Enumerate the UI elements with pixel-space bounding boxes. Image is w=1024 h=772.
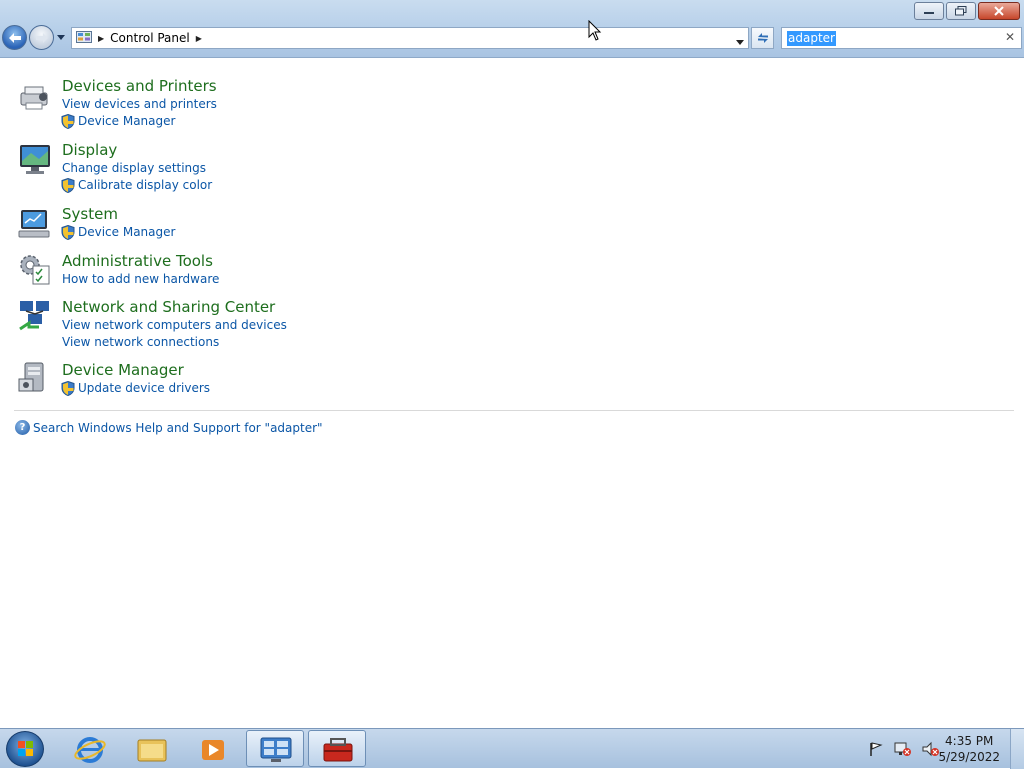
arrow-right-icon	[35, 32, 48, 43]
back-button[interactable]	[2, 25, 27, 50]
navigation-buttons	[2, 25, 66, 50]
volume-muted-icon[interactable]	[922, 741, 940, 757]
result-title[interactable]: Display	[62, 141, 117, 159]
devices-printers-icon	[20, 86, 48, 110]
windows-logo-icon	[18, 741, 33, 756]
result-title[interactable]: Administrative Tools	[62, 252, 213, 270]
clock-date: 5/29/2022	[938, 750, 1000, 764]
chevron-down-icon	[57, 35, 65, 40]
taskbar: 4:35 PM 5/29/2022	[0, 728, 1024, 769]
taskbar-toolbox[interactable]	[308, 730, 366, 767]
window-controls	[914, 2, 1020, 20]
search-input[interactable]: adapter	[787, 30, 836, 46]
taskbar-media-player[interactable]	[184, 730, 242, 767]
network-sharing-icon	[19, 301, 49, 331]
display-icon	[20, 145, 50, 174]
result-link[interactable]: View network computers and devices	[62, 318, 287, 332]
result-link[interactable]: View network connections	[62, 335, 219, 349]
result-link[interactable]: Change display settings	[62, 161, 206, 175]
network-disconnected-icon[interactable]	[894, 741, 912, 757]
show-desktop-button[interactable]	[1010, 729, 1024, 769]
close-button[interactable]	[978, 2, 1020, 20]
taskbar-windows-explorer[interactable]	[122, 730, 180, 767]
result-title[interactable]: Devices and Printers	[62, 77, 217, 95]
internet-explorer-icon	[74, 737, 106, 763]
address-dropdown[interactable]	[736, 34, 744, 48]
start-button[interactable]	[6, 731, 44, 767]
clock-time: 4:35 PM	[945, 734, 994, 748]
recent-pages-dropdown[interactable]	[56, 35, 66, 40]
uac-shield-icon	[61, 114, 75, 129]
notification-area	[868, 741, 940, 757]
result-title[interactable]: Device Manager	[62, 361, 184, 379]
uac-shield-icon	[61, 381, 75, 396]
taskbar-control-panel[interactable]	[246, 730, 304, 767]
result-title[interactable]: Network and Sharing Center	[62, 298, 275, 316]
search-box[interactable]: adapter ✕	[781, 27, 1022, 49]
restore-button[interactable]	[946, 2, 976, 20]
refresh-button[interactable]	[751, 27, 774, 49]
help-search-label[interactable]: Search Windows Help and Support for "ada…	[33, 421, 323, 435]
result-link[interactable]: View devices and printers	[62, 97, 217, 111]
result-link[interactable]: Calibrate display color	[78, 178, 212, 192]
minimize-icon	[924, 12, 934, 14]
result-link[interactable]: How to add new hardware	[62, 272, 219, 286]
taskbar-internet-explorer[interactable]	[60, 730, 118, 767]
administrative-tools-icon	[20, 255, 50, 285]
restore-icon	[955, 6, 967, 16]
help-search-link[interactable]: ? Search Windows Help and Support for "a…	[15, 420, 323, 435]
result-link[interactable]: Update device drivers	[78, 381, 210, 395]
breadcrumb-separator-icon[interactable]: ▶	[98, 34, 104, 43]
result-title[interactable]: System	[62, 205, 118, 223]
arrow-left-icon	[8, 32, 21, 43]
action-center-flag-icon[interactable]	[868, 741, 884, 757]
chevron-down-icon	[736, 40, 744, 45]
control-panel-icon	[260, 737, 292, 762]
minimize-button[interactable]	[914, 2, 944, 20]
result-link[interactable]: Device Manager	[78, 225, 175, 239]
address-bar[interactable]: ▶ Control Panel ▶	[71, 27, 749, 49]
refresh-icon	[757, 33, 768, 43]
title-bar[interactable]: ▶ Control Panel ▶ adapter ✕	[0, 0, 1024, 58]
help-icon: ?	[15, 420, 30, 435]
toolbox-icon	[323, 738, 353, 762]
control-panel-window: ▶ Control Panel ▶ adapter ✕ Devices and …	[0, 0, 1024, 728]
media-player-icon	[202, 740, 224, 760]
results-divider	[14, 410, 1014, 411]
breadcrumb-separator-icon[interactable]: ▶	[196, 34, 202, 43]
close-icon	[994, 6, 1004, 16]
windows-explorer-icon	[137, 739, 167, 762]
uac-shield-icon	[61, 178, 75, 193]
breadcrumb-control-panel[interactable]: Control Panel	[110, 31, 190, 45]
system-clock[interactable]: 4:35 PM 5/29/2022	[938, 733, 1000, 765]
uac-shield-icon	[61, 225, 75, 240]
mouse-cursor-icon	[588, 20, 602, 41]
system-icon	[18, 210, 50, 238]
forward-button[interactable]	[29, 25, 54, 50]
control-panel-icon	[76, 31, 92, 43]
result-link[interactable]: Device Manager	[78, 114, 175, 128]
device-manager-icon	[18, 362, 44, 392]
clear-search-icon[interactable]: ✕	[1005, 30, 1015, 44]
